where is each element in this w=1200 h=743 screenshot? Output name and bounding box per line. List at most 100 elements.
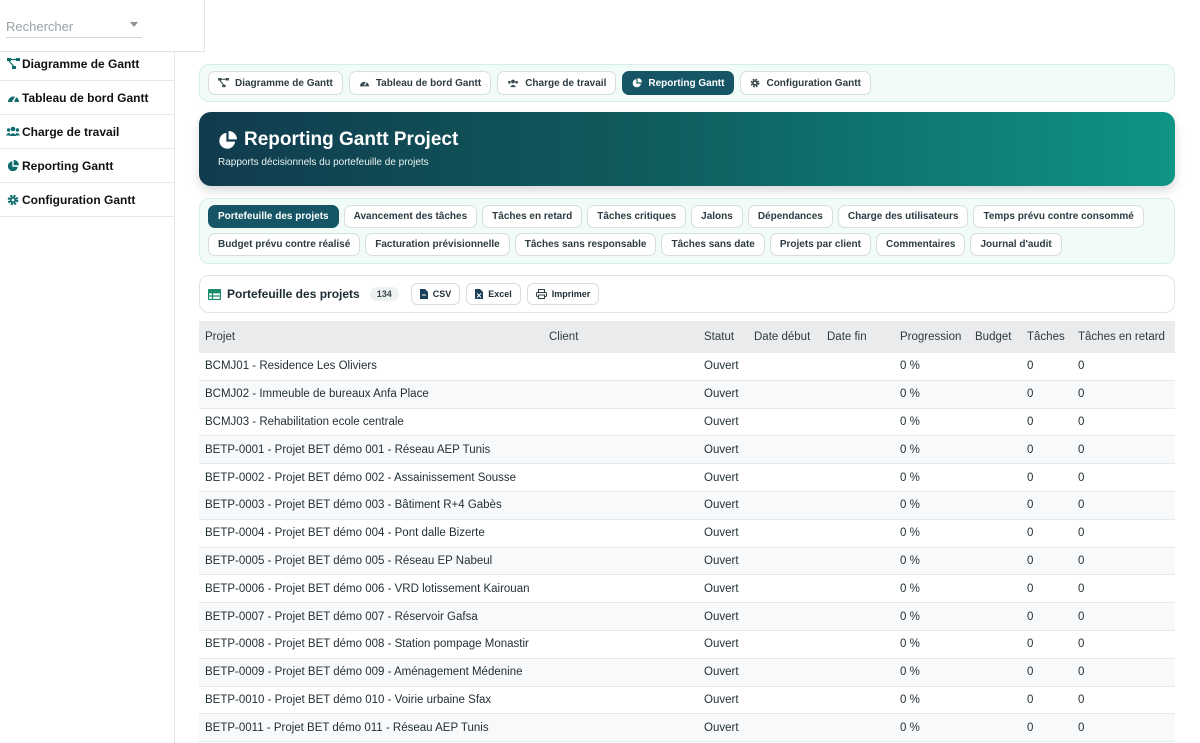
cell-taches-retard: 0 (1078, 499, 1085, 512)
cell-statut: Ouvert (704, 415, 739, 428)
report-tab-audit[interactable]: Journal d'audit (970, 233, 1062, 256)
sidebar-item-reporting[interactable]: Reporting Gantt (0, 149, 175, 183)
sidebar-item-label: Configuration Gantt (22, 192, 136, 207)
column-header-date-debut[interactable]: Date début (748, 331, 821, 343)
report-tab-avancement[interactable]: Avancement des tâches (343, 205, 478, 228)
page-title: Reporting Gantt Project (244, 129, 459, 150)
cell-progression: 0 % (900, 499, 920, 512)
chart-pie-icon (6, 159, 20, 173)
table-row[interactable]: BETP-0010 - Projet BET démo 010 - Voirie… (199, 687, 1175, 715)
tab-charge-travail[interactable]: Charge de travail (497, 71, 617, 95)
tab-label: Reporting Gantt (648, 77, 725, 89)
cell-progression: 0 % (900, 471, 920, 484)
cell-taches-retard: 0 (1078, 554, 1085, 567)
projects-table: Projet Client Statut Date début Date fin… (199, 321, 1175, 743)
column-header-projet[interactable]: Projet (199, 331, 543, 343)
table-header: Projet Client Statut Date début Date fin… (199, 321, 1175, 353)
column-header-taches-retard[interactable]: Tâches en retard (1072, 331, 1175, 343)
report-tab-portefeuille[interactable]: Portefeuille des projets (208, 205, 339, 228)
cell-progression: 0 % (900, 360, 920, 373)
cell-projet: BETP-0009 - Projet BET démo 009 - Aménag… (205, 666, 523, 679)
cell-taches-retard: 0 (1078, 527, 1085, 540)
column-header-budget[interactable]: Budget (969, 331, 1021, 343)
table-row[interactable]: BCMJ03 - Rehabilitation ecole centrale Ou… (199, 409, 1175, 437)
report-title-label: Portefeuille des projets (227, 287, 360, 301)
cell-taches: 0 (1027, 666, 1034, 679)
column-header-statut[interactable]: Statut (698, 331, 748, 343)
cell-statut: Ouvert (704, 666, 739, 679)
tab-diagramme-gantt[interactable]: Diagramme de Gantt (208, 71, 343, 95)
cell-statut: Ouvert (704, 471, 739, 484)
report-tab-budget[interactable]: Budget prévu contre réalisé (208, 233, 361, 256)
chevron-down-icon[interactable] (130, 22, 138, 27)
cell-taches-retard: 0 (1078, 388, 1085, 401)
cell-projet: BCMJ02 - Immeuble de bureaux Anfa Place (205, 388, 429, 401)
sidebar-item-diagramme-gantt[interactable]: Diagramme de Gantt (0, 47, 175, 81)
column-header-client[interactable]: Client (543, 331, 698, 343)
table-row[interactable]: BETP-0009 - Projet BET démo 009 - Aménag… (199, 658, 1175, 687)
users-icon (6, 125, 20, 139)
report-tab-critiques[interactable]: Tâches critiques (587, 205, 687, 228)
export-csv-button[interactable]: CSV (410, 283, 461, 305)
cell-projet: BETP-0010 - Projet BET démo 010 - Voirie… (205, 693, 492, 706)
cell-progression: 0 % (900, 666, 920, 679)
report-tab-jalons[interactable]: Jalons (691, 205, 743, 228)
tab-tableau-bord[interactable]: Tableau de bord Gantt (348, 71, 492, 95)
report-tab-temps[interactable]: Temps prévu contre consommé (973, 205, 1144, 228)
sidebar-item-charge-travail[interactable]: Charge de travail (0, 115, 175, 149)
report-tab-dependances[interactable]: Dépendances (747, 205, 833, 228)
report-tab-sans-responsable[interactable]: Tâches sans responsable (514, 233, 657, 256)
column-header-progression[interactable]: Progression (894, 331, 969, 343)
report-tab-facturation[interactable]: Facturation prévisionnelle (365, 233, 510, 256)
sidebar-item-label: Charge de travail (22, 124, 120, 139)
table-row[interactable]: BCMJ01 - Residence Les Oliviers Ouvert 0 %… (199, 353, 1175, 381)
column-header-date-fin[interactable]: Date fin (821, 331, 894, 343)
report-tabs: Portefeuille des projets Avancement des … (199, 198, 1175, 264)
report-tab-sans-date[interactable]: Tâches sans date (661, 233, 765, 256)
table-body: BCMJ01 - Residence Les Oliviers Ouvert 0 %… (199, 353, 1175, 743)
cell-progression: 0 % (900, 721, 920, 734)
table-icon (208, 288, 221, 300)
table-row[interactable]: BETP-0008 - Projet BET démo 008 - Statio… (199, 631, 1175, 659)
report-tab-projets-client[interactable]: Projets par client (769, 233, 871, 256)
report-tab-charge-utilisateurs[interactable]: Charge des utilisateurs (837, 205, 969, 228)
table-row[interactable]: BETP-0004 - Projet BET démo 004 - Pont d… (199, 520, 1175, 548)
search-box (0, 0, 205, 52)
cell-taches-retard: 0 (1078, 610, 1085, 623)
dashboard-icon (6, 91, 20, 105)
cell-progression: 0 % (900, 693, 920, 706)
table-row[interactable]: BETP-0005 - Projet BET démo 005 - Réseau… (199, 547, 1175, 576)
report-tab-commentaires[interactable]: Commentaires (876, 233, 966, 256)
cell-taches-retard: 0 (1078, 415, 1085, 428)
table-row[interactable]: BETP-0001 - Projet BET démo 001 - Réseau… (199, 436, 1175, 465)
sidebar-item-configuration[interactable]: Configuration Gantt (0, 183, 175, 217)
export-excel-button[interactable]: Excel (466, 283, 521, 305)
print-button[interactable]: Imprimer (526, 283, 600, 305)
tab-label: Tableau de bord Gantt (375, 77, 482, 89)
table-row[interactable]: BETP-0003 - Projet BET démo 003 - Bâtime… (199, 491, 1175, 520)
cell-projet: BETP-0004 - Projet BET démo 004 - Pont d… (205, 527, 485, 540)
sidebar-item-tableau-bord[interactable]: Tableau de bord Gantt (0, 81, 175, 115)
column-header-taches[interactable]: Tâches (1021, 331, 1072, 343)
cell-taches: 0 (1027, 471, 1034, 484)
tab-configuration[interactable]: Configuration Gantt (740, 71, 871, 95)
table-row[interactable]: BETP-0002 - Projet BET démo 002 - Assain… (199, 464, 1175, 492)
report-title: Portefeuille des projets (208, 287, 360, 301)
cell-taches-retard: 0 (1078, 638, 1085, 651)
cell-projet: BETP-0011 - Projet BET démo 011 - Réseau… (205, 721, 489, 734)
file-excel-icon (475, 289, 484, 299)
tab-reporting[interactable]: Reporting Gantt (622, 71, 735, 95)
table-row[interactable]: BETP-0006 - Projet BET démo 006 - VRD lo… (199, 575, 1175, 604)
search-input[interactable] (6, 16, 142, 38)
table-row[interactable]: BETP-0011 - Projet BET démo 011 - Réseau… (199, 714, 1175, 743)
table-row[interactable]: BCMJ02 - Immeuble de bureaux Anfa Place O… (199, 380, 1175, 409)
table-row[interactable]: BETP-0007 - Projet BET démo 007 - Réserv… (199, 603, 1175, 631)
cell-statut: Ouvert (704, 610, 739, 623)
report-tab-retard[interactable]: Tâches en retard (482, 205, 583, 228)
users-icon (508, 79, 519, 87)
cell-progression: 0 % (900, 638, 920, 651)
cell-taches-retard: 0 (1078, 666, 1085, 679)
cell-statut: Ouvert (704, 360, 739, 373)
cell-projet: BETP-0008 - Projet BET démo 008 - Statio… (205, 638, 529, 651)
cell-taches: 0 (1027, 693, 1034, 706)
